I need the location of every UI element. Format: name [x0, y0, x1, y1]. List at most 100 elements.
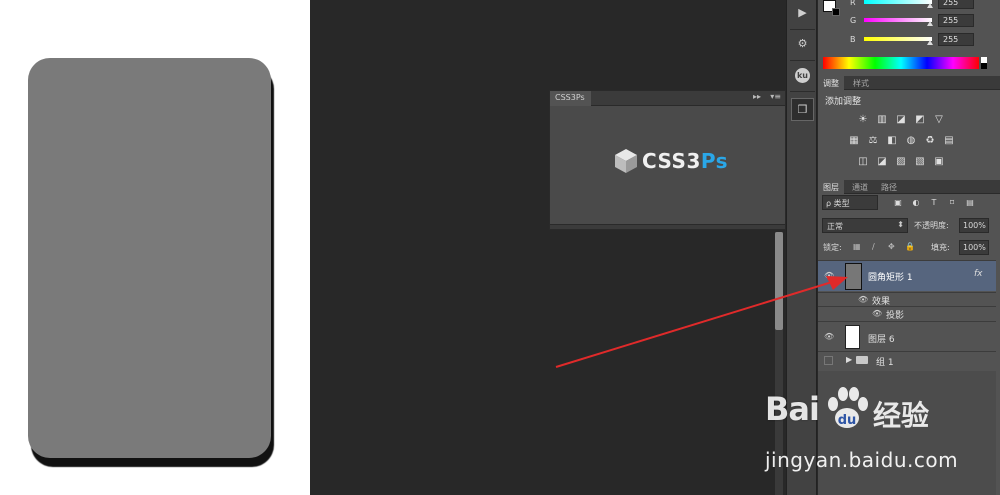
pixel-filter-icon[interactable]: ▣	[893, 198, 903, 208]
hue-saturation-icon[interactable]: ▦	[848, 135, 860, 146]
b-value-field[interactable]: 255	[938, 33, 974, 46]
color-row-g: G 255	[850, 14, 975, 28]
fill-field[interactable]: 100%	[959, 240, 989, 255]
rounded-rectangle-shape[interactable]	[28, 58, 271, 458]
panel-resize-bar[interactable]	[550, 224, 785, 229]
exposure-icon[interactable]: ◩	[914, 114, 926, 125]
smart-filter-icon[interactable]: ▤	[965, 198, 975, 208]
tab-paths[interactable]: 路径	[876, 180, 902, 194]
play-icon[interactable]: ▶	[791, 1, 814, 24]
color-lookup-icon[interactable]: ▤	[943, 135, 955, 146]
channel-mixer-icon[interactable]: ♻	[924, 135, 936, 146]
black-white-icon[interactable]: ◧	[886, 135, 898, 146]
eye-icon[interactable]: 👁	[858, 295, 868, 304]
expand-triangle-icon[interactable]: ▶	[846, 355, 852, 364]
lock-transparent-icon[interactable]: ▦	[853, 242, 861, 251]
layer-name[interactable]: 图层 6	[868, 332, 895, 345]
group-name[interactable]: 组 1	[876, 355, 894, 368]
g-slider-handle[interactable]	[927, 21, 933, 26]
panel-menu-icon[interactable]: ▾≡	[770, 92, 781, 101]
dock-divider	[790, 91, 815, 92]
dock-divider	[790, 60, 815, 61]
ku-icon[interactable]: ku	[791, 64, 814, 87]
drop-shadow-label: 投影	[886, 311, 905, 321]
watermark-brand-suffix: 经验	[873, 399, 930, 432]
layer-thumbnail	[845, 263, 862, 290]
workspace-background	[310, 0, 775, 495]
eye-icon[interactable]: 👁	[824, 271, 834, 280]
color-label: G	[850, 16, 857, 25]
photo-filter-icon[interactable]: ◍	[905, 135, 917, 146]
g-value-field[interactable]: 255	[938, 14, 974, 27]
lock-image-icon[interactable]: ∕	[872, 242, 875, 251]
r-value-field[interactable]: 255	[938, 0, 974, 9]
tab-adjustments[interactable]: 调整	[818, 76, 844, 90]
brightness-icon[interactable]: ☀	[857, 114, 869, 125]
adjustment-filter-icon[interactable]: ◐	[911, 198, 921, 208]
baidu-watermark: Bai du 经验 jingyan.baidu.com	[765, 384, 965, 484]
background-color-swatch[interactable]	[832, 8, 840, 16]
logo-main: CSS3	[642, 149, 701, 173]
chevron-down-icon: ⬍	[897, 220, 904, 229]
opacity-field[interactable]: 100%	[959, 218, 989, 233]
b-slider-handle[interactable]	[927, 40, 933, 45]
tab-layers[interactable]: 图层	[818, 180, 844, 194]
logo-accent: Ps	[700, 149, 729, 173]
lock-position-icon[interactable]: ✥	[888, 242, 895, 251]
g-slider-track[interactable]	[864, 18, 932, 22]
layer-row-group-1[interactable]: ▶ 组 1	[818, 351, 996, 371]
cube-icon	[615, 149, 637, 173]
css3ps-icon[interactable]: ❒	[791, 98, 814, 121]
r-slider-track[interactable]	[864, 0, 932, 4]
layer-row-layer-6[interactable]: 👁 图层 6	[818, 321, 996, 351]
ku-label: ku	[795, 68, 810, 83]
color-row-b: B 255	[850, 33, 975, 47]
b-slider-track[interactable]	[864, 37, 932, 41]
css3ps-logo-text: CSS3Ps	[642, 149, 728, 173]
collapse-icon[interactable]: ▸▸	[753, 92, 761, 101]
layers-tabs: 图层 通道 路径	[818, 180, 1000, 194]
watermark-brand: Bai	[765, 390, 820, 428]
css3ps-logo-button[interactable]: CSS3Ps	[614, 148, 728, 174]
dock-divider	[790, 29, 815, 30]
lock-all-icon[interactable]: 🔒	[905, 242, 915, 251]
color-spectrum-bar[interactable]	[823, 57, 979, 69]
document-canvas[interactable]	[0, 0, 310, 495]
blend-mode-select[interactable]: 正常 ⬍	[822, 218, 908, 233]
r-slider-handle[interactable]	[927, 3, 933, 8]
scrollbar-thumb[interactable]	[775, 232, 783, 330]
layer-thumbnail	[845, 325, 860, 349]
layer-row-rounded-rect[interactable]: 👁 圆角矩形 1 fx	[818, 260, 996, 291]
selective-color-icon[interactable]: ▧	[914, 156, 926, 167]
eye-icon[interactable]: 👁	[824, 332, 834, 341]
gradient-map-icon[interactable]: ▣	[933, 156, 945, 167]
blend-mode-value: 正常	[827, 222, 843, 231]
layer-row-drop-shadow[interactable]: 👁 投影	[818, 306, 996, 321]
levels-icon[interactable]: ▥	[876, 114, 888, 125]
fx-icon[interactable]: fx	[974, 269, 983, 279]
curves-icon[interactable]: ◪	[895, 114, 907, 125]
layer-row-effects[interactable]: 👁 效果	[818, 292, 996, 307]
threshold-icon[interactable]: ▨	[895, 156, 907, 167]
layer-filter-select[interactable]: ρ 类型	[822, 195, 878, 210]
black-white-swatch[interactable]	[981, 57, 987, 69]
tab-styles[interactable]: 样式	[848, 76, 874, 90]
layer-name[interactable]: 圆角矩形 1	[868, 270, 913, 283]
css3ps-panel-header[interactable]: CSS3Ps ▸▸ ▾≡	[550, 91, 785, 106]
type-filter-icon[interactable]: T	[929, 198, 939, 208]
shape-filter-icon[interactable]: ⌑	[947, 198, 957, 208]
tab-channels[interactable]: 通道	[847, 180, 873, 194]
adjustments-tabs: 调整 样式	[818, 76, 1000, 90]
color-balance-icon[interactable]: ⚖	[867, 135, 879, 146]
color-label: R	[850, 0, 856, 7]
posterize-icon[interactable]: ◪	[876, 156, 888, 167]
css3ps-tab[interactable]: CSS3Ps	[550, 91, 591, 106]
visibility-toggle-empty[interactable]	[824, 356, 833, 365]
fill-label: 填充:	[931, 243, 950, 252]
invert-icon[interactable]: ◫	[857, 156, 869, 167]
color-label: B	[850, 35, 856, 44]
css3ps-panel: CSS3Ps ▸▸ ▾≡ CSS3Ps	[549, 90, 786, 230]
eye-icon[interactable]: 👁	[872, 309, 882, 318]
plugin-icon[interactable]: ⚙	[791, 32, 814, 55]
vibrance-icon[interactable]: ▽	[933, 114, 945, 125]
